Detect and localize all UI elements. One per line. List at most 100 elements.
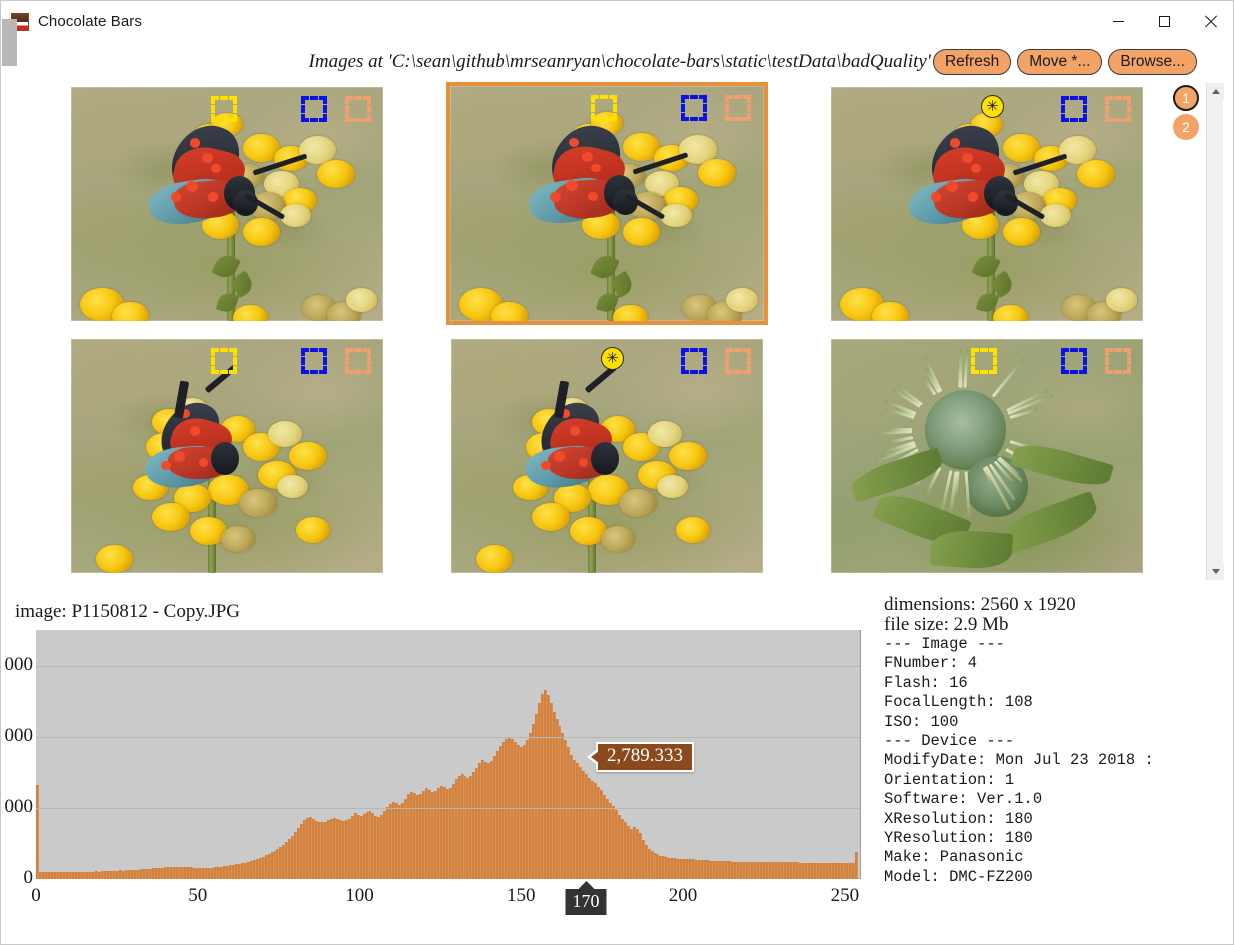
rate-ok-marker[interactable] <box>680 348 707 375</box>
gridline <box>36 736 860 738</box>
x-axis-label: 150 <box>507 885 536 906</box>
x-cursor-marker[interactable]: 170 <box>565 889 607 915</box>
image-tile[interactable]: ✳ <box>829 85 1145 323</box>
thistle-spine <box>963 348 969 388</box>
scroll-down-button[interactable] <box>1207 563 1224 580</box>
rate-bad-marker[interactable] <box>725 95 752 122</box>
x-axis-label: 50 <box>188 885 208 906</box>
maximize-button[interactable] <box>1141 1 1187 42</box>
wing-spot <box>189 138 200 148</box>
x-axis-label: 200 <box>668 885 698 906</box>
gallery-scrollbar[interactable] <box>1206 83 1224 580</box>
rate-ok-marker[interactable] <box>300 96 327 123</box>
rate-ok-marker[interactable] <box>681 95 708 122</box>
exif-line: Model: DMC-FZ200 <box>884 867 1033 886</box>
image-metadata: dimensions: 2560 x 1920 file size: 2.9 M… <box>884 595 1233 935</box>
page-badge[interactable]: 2 <box>1173 114 1199 140</box>
maximize-icon <box>1158 16 1170 27</box>
exif-line: --- Device --- <box>884 732 1015 751</box>
exif-line: Orientation: 1 <box>884 770 1015 789</box>
histogram-bar <box>36 784 39 879</box>
images-path-label: Images at 'C:\sean\github\mrseanryan\cho… <box>308 51 931 72</box>
scroll-up-button[interactable] <box>1207 83 1224 100</box>
rate-good-marker[interactable] <box>211 96 238 123</box>
x-axis-label: 0 <box>31 885 41 906</box>
x-axis-label: 250 <box>830 885 860 906</box>
details-panel: image: P1150812 - Copy.JPG 0 000 000 000 05… <box>1 587 1233 944</box>
moth-part <box>211 441 240 475</box>
image-tile[interactable]: ✳ <box>449 337 765 575</box>
rate-bad-marker[interactable] <box>344 348 371 375</box>
y-axis-label: 000 <box>4 795 34 817</box>
page-badge[interactable]: 1 <box>1173 85 1199 111</box>
wing-spot <box>186 180 199 192</box>
star-badge[interactable]: ✳ <box>600 347 624 371</box>
y-axis-label: 000 <box>4 724 34 746</box>
thistle-spine <box>875 430 913 436</box>
rate-bad-marker[interactable] <box>344 96 371 123</box>
x-axis-label: 100 <box>345 885 374 906</box>
minimize-icon <box>1112 21 1124 22</box>
selected-image-label: image: P1150812 - Copy.JPG <box>15 601 241 622</box>
rate-ok-marker[interactable] <box>1060 348 1087 375</box>
histogram-bar <box>855 852 859 879</box>
histogram-y-axis: 0 000 000 000 <box>0 629 34 888</box>
wing-spot <box>189 425 201 436</box>
rate-ok-marker[interactable] <box>300 348 327 375</box>
thistle-leaf <box>929 528 1014 572</box>
histogram-tooltip: 2,789.333 <box>596 741 694 772</box>
chevron-up-icon <box>1211 89 1220 94</box>
exif-line: Make: Panasonic <box>884 848 1024 867</box>
exif-line: FocalLength: 108 <box>884 693 1033 712</box>
gridline <box>36 665 860 667</box>
window-controls <box>1095 1 1233 42</box>
moth <box>831 87 1143 321</box>
toolbar: Images at 'C:\sean\github\mrseanryan\cho… <box>1 45 1233 79</box>
image-thumbnail <box>451 339 763 573</box>
close-button[interactable] <box>1187 1 1233 42</box>
browse-button[interactable]: Browse... <box>1108 49 1197 75</box>
image-tile[interactable] <box>69 337 385 575</box>
wing-spot <box>946 180 959 192</box>
close-icon <box>1204 15 1217 28</box>
rate-good-marker[interactable] <box>211 348 238 375</box>
exif-line: Software: Ver.1.0 <box>884 790 1043 809</box>
histogram-x-axis: 0 50 100 150 200 250 <box>31 881 861 921</box>
wing-spot <box>553 451 566 462</box>
antenna <box>1012 153 1068 176</box>
exif-line: FNumber: 4 <box>884 654 978 673</box>
rate-good-marker[interactable] <box>591 95 618 122</box>
exif-line: Flash: 16 <box>884 673 968 692</box>
antenna <box>252 153 308 176</box>
moth <box>451 339 763 573</box>
exif-list: --- Image --- FNumber: 4 Flash: 16 FocalLen… <box>884 635 1233 887</box>
rate-good-marker[interactable] <box>971 348 998 375</box>
minimize-button[interactable] <box>1095 1 1141 42</box>
wing-spot <box>949 138 960 148</box>
thistle-spine <box>959 348 963 388</box>
antenna <box>632 152 689 175</box>
image-gallery: ✳ ✳ <box>1 81 1201 581</box>
histogram-chart: 0 000 000 000 0 50 100 150 200 250 2,789.333 170 <box>1 629 871 929</box>
window-title: Chocolate Bars <box>38 13 142 30</box>
image-thumbnail <box>831 87 1143 321</box>
wing-spot <box>211 164 221 173</box>
scrollbar-thumb[interactable] <box>2 19 17 66</box>
image-tile[interactable] <box>69 85 385 323</box>
rate-ok-marker[interactable] <box>1060 96 1087 123</box>
image-tile[interactable] <box>446 82 768 325</box>
title-bar: Chocolate Bars <box>1 1 1233 42</box>
wing-spot <box>591 163 601 173</box>
y-axis-label: 000 <box>4 653 34 675</box>
moth-part <box>591 441 620 475</box>
gridline <box>36 807 860 809</box>
rate-bad-marker[interactable] <box>1104 96 1131 123</box>
move-button[interactable]: Move *... <box>1017 49 1103 75</box>
rate-bad-marker[interactable] <box>724 348 751 375</box>
histogram-plot-area[interactable] <box>36 630 861 879</box>
star-badge[interactable]: ✳ <box>980 95 1004 119</box>
pagination: 12 <box>1173 85 1199 140</box>
refresh-button[interactable]: Refresh <box>932 49 1012 75</box>
image-tile[interactable] <box>829 337 1145 575</box>
rate-bad-marker[interactable] <box>1104 348 1131 375</box>
